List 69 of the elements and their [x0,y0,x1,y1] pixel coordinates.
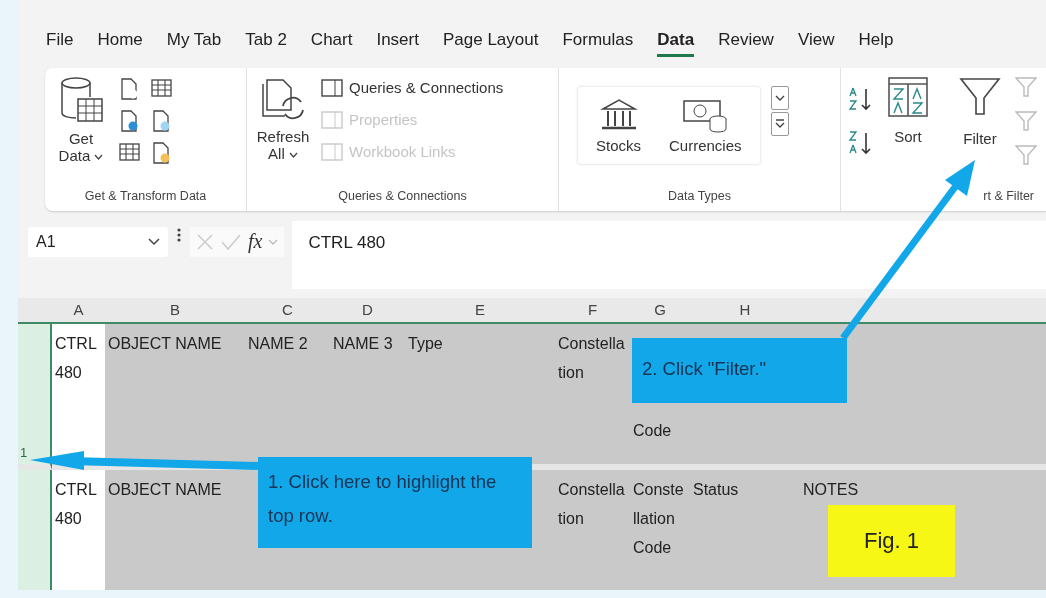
funnel-icon[interactable] [959,75,1001,118]
more-icon[interactable] [176,226,182,243]
formula-field[interactable]: CTRL 480 [292,220,1046,289]
group-label: Queries & Connections [337,188,468,205]
document-icon[interactable] [151,141,171,164]
filter-button[interactable]: Filter [959,75,1001,147]
row-header[interactable]: 1 [18,324,52,470]
panel-icon[interactable] [321,77,343,98]
sort-ascending-icon[interactable] [849,85,873,112]
table-cell: Constellation [555,324,630,470]
table-cell: Constellation Code [630,470,690,590]
table-cell: CTRL 480 [52,324,105,470]
group-label: Get & Transform Data [83,188,208,205]
table-icon[interactable] [151,77,173,98]
group-label: rt & Filter [982,188,1035,205]
ribbon-tab[interactable]: Chart [310,30,353,57]
table-cell: OBJECT NAME [105,324,245,470]
document-icon[interactable] [119,77,139,100]
sort-button[interactable]: Sort [887,75,929,145]
chevron-down-icon[interactable] [148,237,160,246]
column-header[interactable]: D [330,298,405,324]
column-header[interactable]: A [52,298,105,324]
expand-icon[interactable] [774,119,785,129]
table-cell: CTRL 480 [52,470,105,590]
column-header[interactable]: E [405,298,555,324]
ribbon-tab[interactable]: Formulas [562,30,634,57]
ribbon-tab[interactable]: Review [718,30,774,57]
check-icon[interactable] [220,232,242,251]
table-cell: Status [690,470,800,590]
ribbon-tab[interactable]: Help [858,30,894,57]
group-label: Data Types [667,188,732,205]
chevron-down-icon[interactable] [288,151,298,158]
callout: 1. Click here to highlight the top row. [258,457,532,548]
get-data-button[interactable]: Get Data [53,75,109,164]
column-header[interactable]: F [555,298,630,324]
ribbon-tab[interactable]: File [46,30,74,57]
figure-label: Fig. 1 [828,505,955,577]
data-type-button[interactable]: Stocks [596,96,641,154]
ribbon-command[interactable]: Queries & Connections [321,77,504,98]
sort-icon[interactable] [887,75,929,118]
data-type-button[interactable]: Currencies [669,96,742,154]
select-all-corner[interactable] [18,298,52,324]
ribbon-tab[interactable]: Tab 2 [245,30,287,57]
chevron-down-icon[interactable] [94,153,104,160]
insert-function-button[interactable]: fx [248,230,263,254]
ribbon-tab[interactable]: Page Layout [442,30,539,57]
column-header[interactable] [800,298,1046,324]
sort-descending-icon[interactable] [849,129,873,156]
column-header[interactable]: C [245,298,330,324]
ribbon-tab[interactable]: My Tab [166,30,222,57]
refresh-all-button[interactable]: Refresh All [255,75,311,162]
document-icon[interactable] [151,109,171,132]
document-icon[interactable] [119,109,139,132]
ribbon-tab[interactable]: Insert [376,30,419,57]
column-header[interactable]: B [105,298,245,324]
expand-gallery-button[interactable] [770,111,789,136]
table-cell: OBJECT NAME [105,470,245,590]
name-box[interactable]: A1 [28,226,168,257]
chevron-down-icon[interactable] [774,94,785,101]
table-cell: Constellation [555,470,630,590]
ribbon-tab[interactable]: View [797,30,835,57]
ribbon-tab[interactable]: Home [97,30,143,57]
table-cell: Type [405,324,555,470]
column-header[interactable]: G [630,298,690,324]
callout: 2. Click "Filter." [632,338,847,403]
row-header[interactable] [18,470,52,590]
table-icon[interactable] [119,141,141,162]
column-header[interactable]: H [690,298,800,324]
ribbon-tab[interactable]: Data [657,30,695,57]
